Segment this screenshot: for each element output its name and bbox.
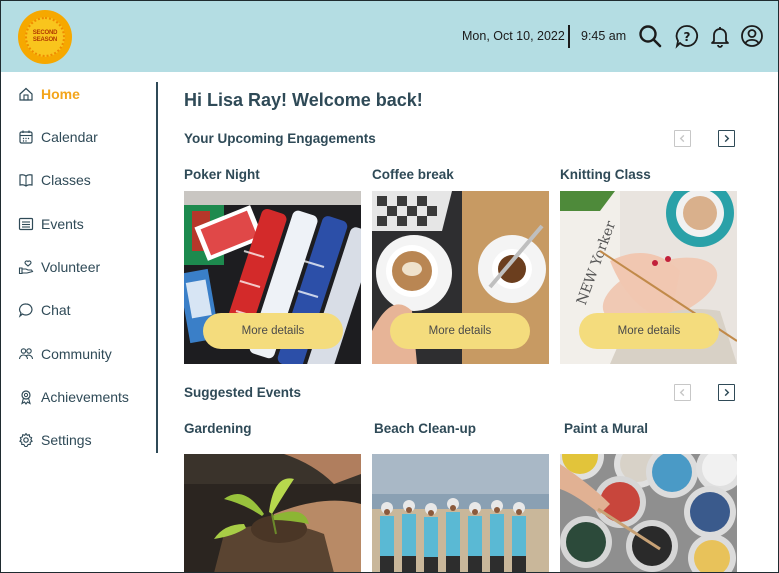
user-icon[interactable] bbox=[739, 23, 765, 49]
sidebar-item-label: Achievements bbox=[41, 389, 129, 405]
sidebar-divider bbox=[156, 82, 158, 453]
home-icon bbox=[18, 86, 34, 102]
sidebar-item-community[interactable]: Community bbox=[18, 343, 112, 365]
upcoming-prev-button[interactable] bbox=[674, 130, 691, 147]
sidebar-item-label: Community bbox=[41, 346, 112, 362]
card-title-knitting-class[interactable]: Knitting Class bbox=[560, 167, 651, 182]
chevron-right-icon bbox=[724, 134, 730, 143]
sidebar-item-label: Calendar bbox=[41, 129, 98, 145]
award-icon bbox=[18, 389, 34, 405]
sidebar-item-label: Settings bbox=[41, 432, 92, 448]
book-icon bbox=[18, 172, 34, 188]
top-header: SECOND SEASON Mon, Oct 10, 2022 9:45 am … bbox=[1, 1, 778, 72]
people-icon bbox=[18, 346, 34, 362]
chat-icon bbox=[18, 302, 34, 318]
upcoming-section-title: Your Upcoming Engagements bbox=[184, 131, 376, 146]
svg-text:?: ? bbox=[684, 30, 691, 44]
sidebar-item-label: Home bbox=[41, 86, 80, 102]
sidebar-item-label: Volunteer bbox=[41, 259, 101, 275]
suggested-section-title: Suggested Events bbox=[184, 385, 302, 400]
knitting-class-details-button[interactable]: More details bbox=[579, 313, 719, 349]
logo-text-top: SECOND bbox=[32, 30, 58, 36]
hand-heart-icon bbox=[18, 259, 34, 275]
second-season-logo[interactable]: SECOND SEASON bbox=[18, 10, 72, 64]
sidebar-item-calendar[interactable]: Calendar bbox=[18, 126, 98, 148]
card-title-beach-cleanup[interactable]: Beach Clean-up bbox=[374, 421, 476, 436]
chevron-left-icon bbox=[679, 388, 685, 397]
calendar-icon bbox=[18, 129, 34, 145]
suggested-prev-button[interactable] bbox=[674, 384, 691, 401]
sidebar-item-chat[interactable]: Chat bbox=[18, 299, 71, 321]
gardening-image[interactable] bbox=[184, 454, 361, 572]
card-title-gardening[interactable]: Gardening bbox=[184, 421, 252, 436]
chevron-left-icon bbox=[679, 134, 685, 143]
sidebar-item-home[interactable]: Home bbox=[18, 83, 80, 105]
sidebar-item-achievements[interactable]: Achievements bbox=[18, 386, 129, 408]
help-icon[interactable]: ? bbox=[674, 23, 700, 49]
sidebar-item-events[interactable]: Events bbox=[18, 213, 84, 235]
logo-text-bottom: SEASON bbox=[32, 37, 58, 43]
paint-a-mural-image[interactable] bbox=[560, 454, 737, 572]
sidebar-item-classes[interactable]: Classes bbox=[18, 169, 91, 191]
header-divider bbox=[568, 25, 570, 48]
current-date: Mon, Oct 10, 2022 bbox=[462, 29, 565, 43]
card-title-paint-a-mural[interactable]: Paint a Mural bbox=[564, 421, 648, 436]
welcome-heading: Hi Lisa Ray! Welcome back! bbox=[184, 90, 423, 110]
sidebar-item-settings[interactable]: Settings bbox=[18, 429, 92, 451]
current-time: 9:45 am bbox=[581, 29, 627, 43]
card-title-poker-night[interactable]: Poker Night bbox=[184, 167, 260, 182]
logo-badge: SECOND SEASON bbox=[25, 17, 65, 57]
sidebar-item-label: Events bbox=[41, 216, 84, 232]
bell-icon[interactable] bbox=[707, 23, 733, 49]
upcoming-next-button[interactable] bbox=[718, 130, 735, 147]
list-icon bbox=[18, 216, 34, 232]
app-window: SECOND SEASON Mon, Oct 10, 2022 9:45 am … bbox=[0, 0, 779, 573]
poker-night-details-button[interactable]: More details bbox=[203, 313, 343, 349]
sidebar-item-label: Classes bbox=[41, 172, 91, 188]
beach-cleanup-image[interactable] bbox=[372, 454, 549, 572]
gear-icon bbox=[18, 432, 34, 448]
sidebar-item-volunteer[interactable]: Volunteer bbox=[18, 256, 100, 278]
sidebar-item-label: Chat bbox=[41, 302, 71, 318]
card-title-coffee-break[interactable]: Coffee break bbox=[372, 167, 454, 182]
search-icon[interactable] bbox=[637, 23, 663, 49]
coffee-break-details-button[interactable]: More details bbox=[390, 313, 530, 349]
chevron-right-icon bbox=[724, 388, 730, 397]
suggested-next-button[interactable] bbox=[718, 384, 735, 401]
